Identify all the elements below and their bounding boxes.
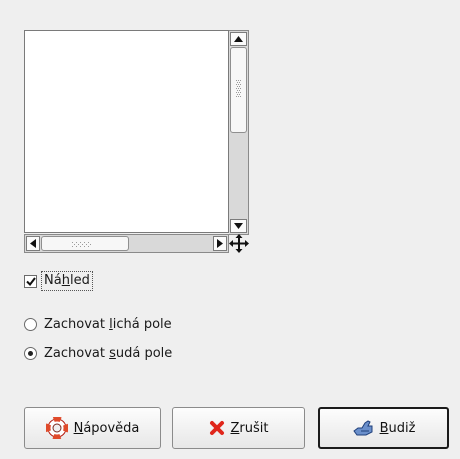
vertical-scroll-thumb[interactable] [230,47,247,133]
checkmark-icon [25,276,36,286]
preview-label: Náhled [41,271,93,291]
help-label-key: N [73,420,84,436]
radio-button[interactable] [24,318,37,331]
grip-icon [72,242,91,247]
red-x-icon [209,420,225,436]
arrow-up-icon [234,36,243,42]
navigate-handle[interactable] [229,234,249,253]
radio-keep-even-fields[interactable]: Zachovat sudá pole [24,346,172,361]
preview-canvas [24,30,229,233]
preview-toggle[interactable]: Náhled [24,271,93,291]
radio-label: Zachovat lichá pole [44,317,172,332]
move-arrows-icon [229,234,249,253]
scroll-up-button[interactable] [230,32,247,46]
arrow-right-icon [217,239,223,248]
arrow-left-icon [30,239,36,248]
scroll-left-button[interactable] [26,236,40,251]
radio-keep-odd-fields[interactable]: Zachovat lichá pole [24,317,172,332]
horizontal-scroll-thumb[interactable] [41,236,129,251]
ok-label: udiž [388,420,416,436]
cancel-button[interactable]: Zrušit [172,407,305,449]
arrow-down-icon [234,223,243,229]
grip-icon [236,80,241,97]
help-button[interactable]: Nápověda [24,407,161,449]
horizontal-scrollbar[interactable] [24,234,229,253]
radio-label: Zachovat sudá pole [44,346,173,361]
ok-button[interactable]: Budiž [318,407,449,449]
vertical-scrollbar[interactable] [229,30,249,235]
cancel-label: rušit [239,420,269,436]
scroll-right-button[interactable] [213,236,227,251]
help-label: ápověda [83,420,140,436]
lifebuoy-icon [45,417,68,439]
radio-button[interactable] [24,347,37,360]
ok-hand-icon [352,419,374,437]
preview-checkbox[interactable] [24,274,37,288]
scroll-down-button[interactable] [230,219,247,233]
